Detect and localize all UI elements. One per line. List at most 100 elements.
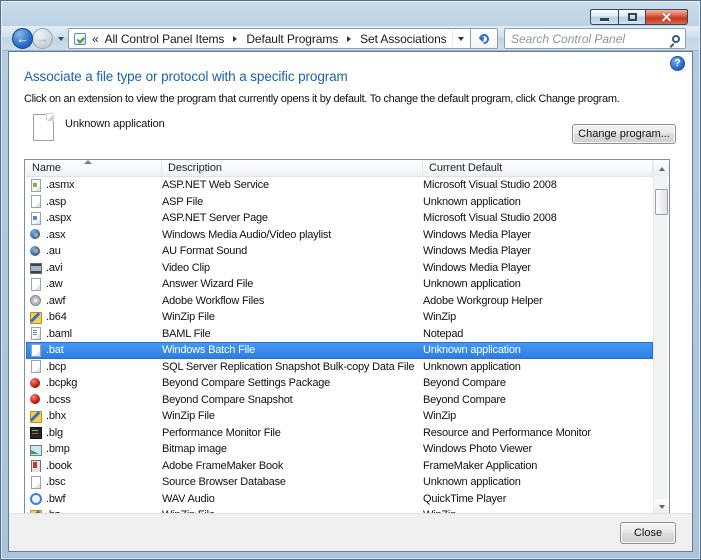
- column-header-description[interactable]: Description: [162, 160, 423, 176]
- table-row[interactable]: .avi Video Clip Windows Media Player: [26, 260, 653, 277]
- table-row[interactable]: .bcss Beyond Compare Snapshot Beyond Com…: [26, 392, 653, 409]
- table-row[interactable]: .bhx WinZip File WinZip: [26, 408, 653, 425]
- table-row[interactable]: .bwf WAV Audio QuickTime Player: [26, 491, 653, 508]
- current-default-label: Unknown application: [423, 344, 521, 357]
- description-label: AU Format Sound: [162, 245, 248, 258]
- column-header-current-default[interactable]: Current Default: [423, 160, 653, 176]
- description-label: Bitmap image: [162, 443, 227, 456]
- extension-label: .b64: [46, 311, 67, 324]
- extension-label: .asp: [46, 195, 66, 208]
- breadcrumb-item-set-associations[interactable]: Set Associations: [358, 30, 448, 48]
- extension-label: .au: [46, 245, 61, 258]
- description-label: WinZip File: [162, 311, 215, 324]
- selected-file-type-icon: [33, 114, 54, 141]
- table-row[interactable]: .bsc Source Browser Database Unknown app…: [26, 474, 653, 491]
- file-type-icon: [29, 377, 42, 390]
- maximize-button[interactable]: [619, 9, 646, 25]
- recent-pages-dropdown-icon[interactable]: [58, 37, 64, 41]
- description-label: ASP File: [162, 195, 203, 208]
- search-icon[interactable]: [672, 34, 680, 43]
- maximize-icon: [627, 13, 637, 21]
- current-default-label: Unknown application: [423, 360, 521, 373]
- breadcrumb-separator-icon[interactable]: [233, 35, 238, 42]
- file-type-icon: [29, 261, 42, 275]
- table-row[interactable]: .bcpkg Beyond Compare Settings Package B…: [26, 375, 653, 392]
- table-row[interactable]: .au AU Format Sound Windows Media Player: [26, 243, 653, 260]
- description-label: Source Browser Database: [162, 476, 286, 489]
- address-history-dropdown-icon[interactable]: [452, 30, 468, 47]
- file-type-icon: [29, 245, 42, 258]
- file-type-icon: [29, 459, 42, 473]
- scroll-down-icon: [658, 504, 665, 509]
- table-row[interactable]: .baml BAML File Notepad: [26, 326, 653, 343]
- breadcrumb-overflow-chevron[interactable]: «: [92, 32, 99, 46]
- table-row[interactable]: .aspx ASP.NET Server Page Microsoft Visu…: [26, 210, 653, 227]
- file-type-list-body: .asmx ASP.NET Web Service Microsoft Visu…: [26, 177, 653, 514]
- description-label: Performance Monitor File: [162, 426, 281, 439]
- extension-label: .book: [46, 459, 72, 472]
- close-window-button[interactable]: [646, 9, 688, 25]
- minimize-button[interactable]: [590, 9, 619, 25]
- file-type-icon: [29, 178, 42, 192]
- extension-label: .avi: [46, 261, 63, 274]
- breadcrumb-item-all-control-panel-items[interactable]: All Control Panel Items: [103, 30, 227, 48]
- description-label: Beyond Compare Snapshot: [162, 393, 293, 406]
- table-row[interactable]: .book Adobe FrameMaker Book FrameMaker A…: [26, 458, 653, 475]
- vertical-scrollbar[interactable]: [653, 161, 669, 514]
- table-row[interactable]: .b64 WinZip File WinZip: [26, 309, 653, 326]
- current-default-label: Adobe Workgroup Helper: [423, 294, 543, 307]
- table-row[interactable]: .aw Answer Wizard File Unknown applicati…: [26, 276, 653, 293]
- description-label: Windows Batch File: [162, 344, 255, 357]
- search-box: [504, 28, 686, 49]
- refresh-icon: [476, 31, 492, 46]
- minimize-icon: [600, 18, 609, 21]
- current-default-label: WinZip: [423, 410, 457, 423]
- change-program-button[interactable]: Change program...: [572, 124, 676, 144]
- navigation-toolbar: ← → « All Control Panel Items Default Pr…: [2, 26, 699, 51]
- help-icon[interactable]: ?: [670, 56, 685, 71]
- file-type-icon: [29, 211, 42, 225]
- scroll-down-button[interactable]: [654, 499, 669, 514]
- table-row[interactable]: .asp ASP File Unknown application: [26, 194, 653, 211]
- address-bar[interactable]: « All Control Panel Items Default Progra…: [68, 28, 498, 49]
- forward-arrow-icon: →: [36, 30, 49, 46]
- content-area: ? Associate a file type or protocol with…: [9, 52, 692, 516]
- current-default-label: Unknown application: [423, 195, 521, 208]
- extension-label: .blg: [46, 426, 63, 439]
- instruction-text: Click on an extension to view the progra…: [24, 93, 620, 105]
- file-type-icon: [29, 360, 42, 374]
- back-button[interactable]: ←: [12, 28, 33, 49]
- description-label: Beyond Compare Settings Package: [162, 377, 331, 390]
- file-type-icon: [29, 343, 42, 357]
- extension-label: .awf: [46, 294, 66, 307]
- description-label: Adobe Workflow Files: [162, 294, 265, 307]
- column-header-name[interactable]: Name: [26, 160, 162, 176]
- extension-label: .bwf: [46, 492, 66, 505]
- table-row[interactable]: .asx Windows Media Audio/Video playlist …: [26, 227, 653, 244]
- current-default-label: QuickTime Player: [423, 492, 507, 505]
- breadcrumb-item-default-programs[interactable]: Default Programs: [244, 30, 340, 48]
- file-type-icon: [29, 443, 42, 456]
- table-row[interactable]: .bat Windows Batch File Unknown applicat…: [26, 342, 653, 359]
- current-default-label: Microsoft Visual Studio 2008: [423, 179, 557, 192]
- refresh-button[interactable]: [470, 29, 497, 48]
- table-row[interactable]: .bcp SQL Server Replication Snapshot Bul…: [26, 359, 653, 376]
- scroll-up-button[interactable]: [654, 161, 669, 176]
- search-input[interactable]: [505, 30, 672, 47]
- breadcrumb-separator-icon[interactable]: [347, 35, 352, 42]
- extension-label: .bat: [46, 344, 64, 357]
- table-row[interactable]: .blg Performance Monitor File Resource a…: [26, 425, 653, 442]
- extension-label: .asx: [46, 228, 66, 241]
- description-label: ASP.NET Web Service: [162, 179, 269, 192]
- close-button[interactable]: Close: [620, 522, 676, 544]
- table-row[interactable]: .bmp Bitmap image Windows Photo Viewer: [26, 441, 653, 458]
- file-type-icon: [29, 294, 42, 307]
- description-label: Adobe FrameMaker Book: [162, 459, 284, 472]
- control-panel-page-icon: [74, 32, 86, 45]
- scrollbar-thumb[interactable]: [655, 189, 668, 215]
- forward-button[interactable]: →: [32, 28, 53, 49]
- file-type-icon: [29, 327, 42, 341]
- table-row[interactable]: .asmx ASP.NET Web Service Microsoft Visu…: [26, 177, 653, 194]
- table-row[interactable]: .awf Adobe Workflow Files Adobe Workgrou…: [26, 293, 653, 310]
- extension-label: .bsc: [46, 476, 66, 489]
